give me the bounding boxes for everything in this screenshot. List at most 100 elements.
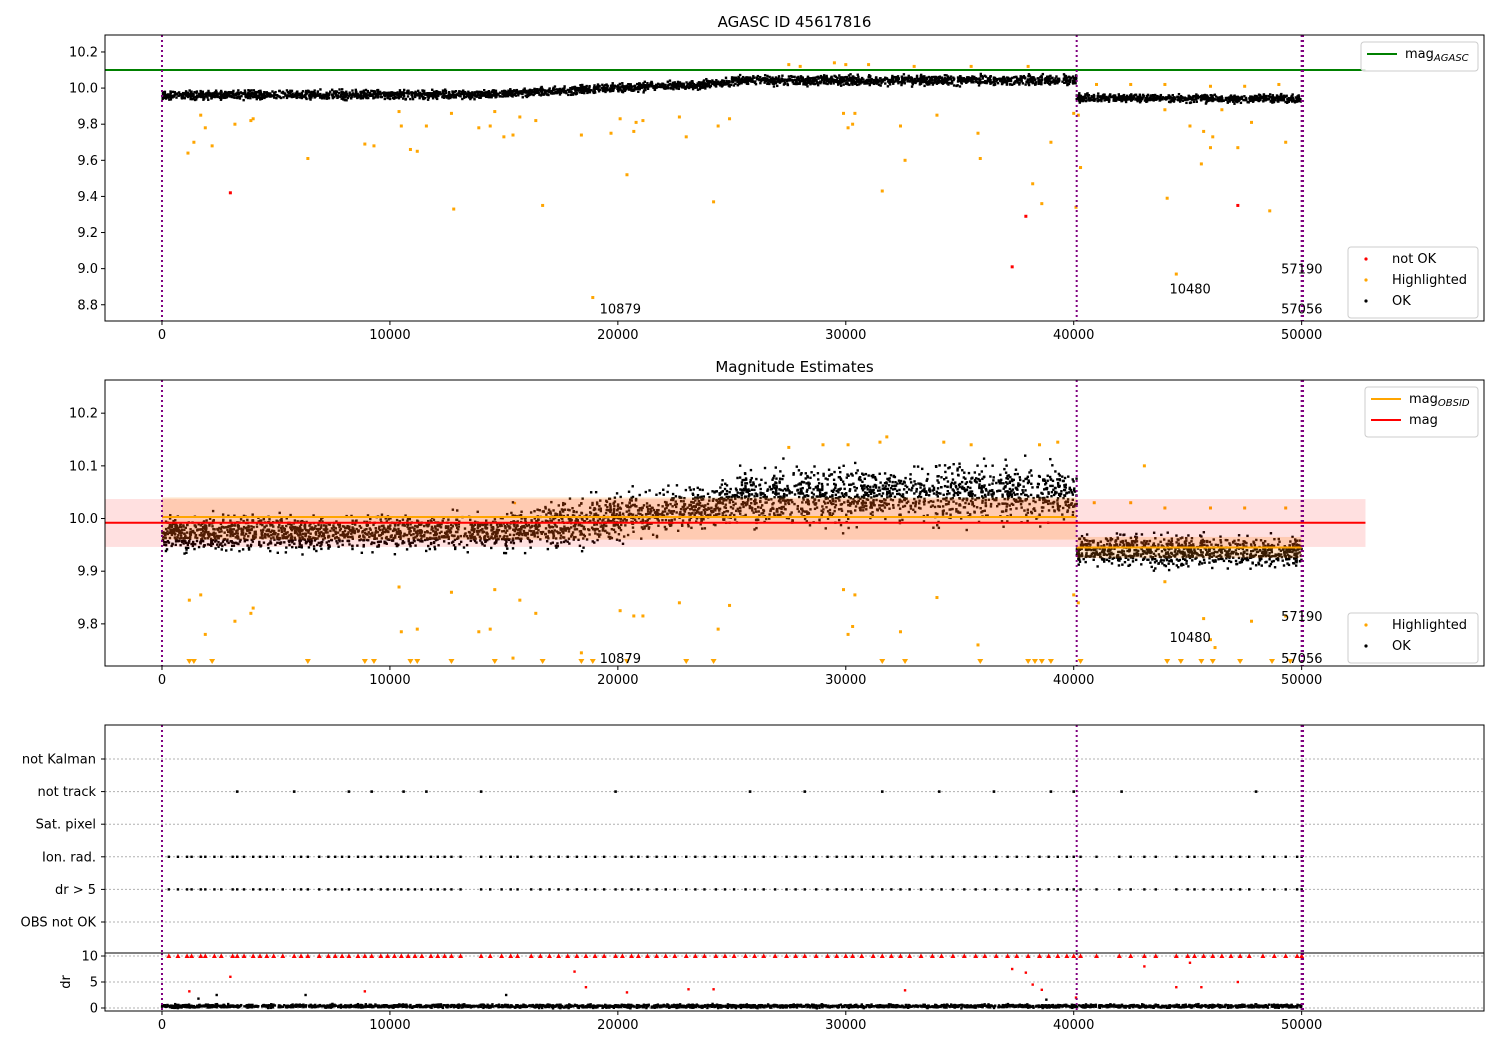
ok-point [765, 78, 769, 82]
ok-point [848, 83, 851, 87]
ok-point [1217, 97, 1220, 101]
ok-point [249, 96, 252, 100]
ok-point [825, 79, 829, 83]
ok-point [1257, 99, 1261, 103]
ok-point [768, 75, 771, 79]
ok-point [263, 90, 266, 94]
ok-point [857, 83, 861, 86]
highlighted-point [969, 64, 973, 68]
ok-point [290, 94, 294, 97]
obsid-annotation: 10879 [600, 302, 641, 317]
ok-point [1055, 81, 1058, 84]
ok-point [1057, 77, 1061, 80]
ok-point [426, 98, 430, 101]
ok-point [1130, 93, 1133, 96]
ok-point [603, 84, 607, 87]
ok-point [902, 73, 906, 76]
ok-point [652, 84, 656, 88]
ok-point [814, 79, 817, 82]
ok-point [1123, 98, 1126, 101]
ok-point [1000, 82, 1004, 86]
not-ok-point [1024, 214, 1028, 218]
ok-point [473, 98, 476, 101]
highlighted-point [880, 189, 884, 193]
ok-point [182, 96, 185, 99]
ok-point [331, 93, 334, 96]
legend-marker [1364, 299, 1368, 303]
ok-point [373, 96, 377, 99]
ok-point [1009, 77, 1012, 81]
ok-point [366, 96, 370, 100]
ok-point [165, 548, 169, 551]
ok-point [426, 95, 429, 98]
ok-point [428, 547, 432, 551]
ok-point [925, 76, 929, 79]
ok-point [671, 81, 675, 85]
ok-point [610, 84, 614, 87]
y-tick-label: 10.2 [69, 45, 98, 60]
highlighted-point [787, 63, 791, 67]
ok-point [479, 96, 482, 99]
highlighted-point [1072, 111, 1076, 115]
ok-point [1138, 101, 1142, 104]
ok-point [572, 92, 576, 95]
ok-point [200, 92, 203, 95]
ok-point [193, 547, 196, 551]
ok-point [279, 96, 283, 100]
ok-point [1136, 96, 1139, 100]
ok-point [846, 78, 849, 81]
ok-point [259, 97, 262, 100]
ok-point [318, 96, 322, 99]
ok-point [1065, 76, 1068, 80]
ok-point [391, 96, 395, 100]
ok-point [1220, 99, 1223, 103]
ok-point [801, 76, 805, 80]
highlighted-point [233, 122, 237, 126]
ok-point [422, 89, 426, 93]
highlighted-point [634, 120, 638, 124]
ok-point [1202, 97, 1205, 101]
ok-point [284, 94, 287, 97]
ok-point [183, 93, 186, 96]
ok-point [556, 88, 559, 91]
ok-point [933, 79, 937, 83]
ok-point [219, 89, 223, 93]
highlighted-point [408, 147, 412, 151]
ok-point [950, 82, 953, 85]
ok-point [1011, 83, 1014, 86]
ok-point [715, 79, 718, 82]
ok-point [1264, 99, 1267, 102]
ok-point [243, 89, 247, 92]
ok-point [777, 75, 781, 78]
ok-point [1109, 93, 1112, 96]
ok-point [371, 551, 374, 554]
ok-point [1024, 83, 1027, 86]
ok-point [887, 79, 891, 82]
ok-point [952, 76, 955, 79]
ok-point [958, 85, 962, 88]
ok-point [923, 76, 926, 80]
highlighted-point [1049, 140, 1053, 144]
highlighted-point [1268, 209, 1272, 213]
ok-point [1228, 100, 1231, 103]
ok-point [487, 91, 490, 95]
highlighted-point [1208, 146, 1212, 150]
ok-point [809, 83, 812, 86]
ok-point [169, 93, 172, 96]
ok-point [1185, 101, 1188, 105]
ok-point [1289, 98, 1293, 101]
ok-point [630, 89, 634, 92]
ok-point [823, 76, 826, 79]
ok-point [661, 82, 664, 85]
ok-point [340, 88, 344, 91]
figure: 108791048057190570560 10000 20000 30000 4000… [21, 13, 1485, 1033]
ok-point [526, 93, 529, 96]
ok-point [1003, 79, 1006, 82]
ok-point [923, 84, 926, 88]
highlighted-point [372, 144, 376, 148]
ok-point [588, 90, 592, 94]
ok-point [1203, 93, 1207, 97]
ok-point [574, 89, 577, 93]
ok-point [236, 91, 239, 94]
ok-point [1167, 96, 1170, 100]
